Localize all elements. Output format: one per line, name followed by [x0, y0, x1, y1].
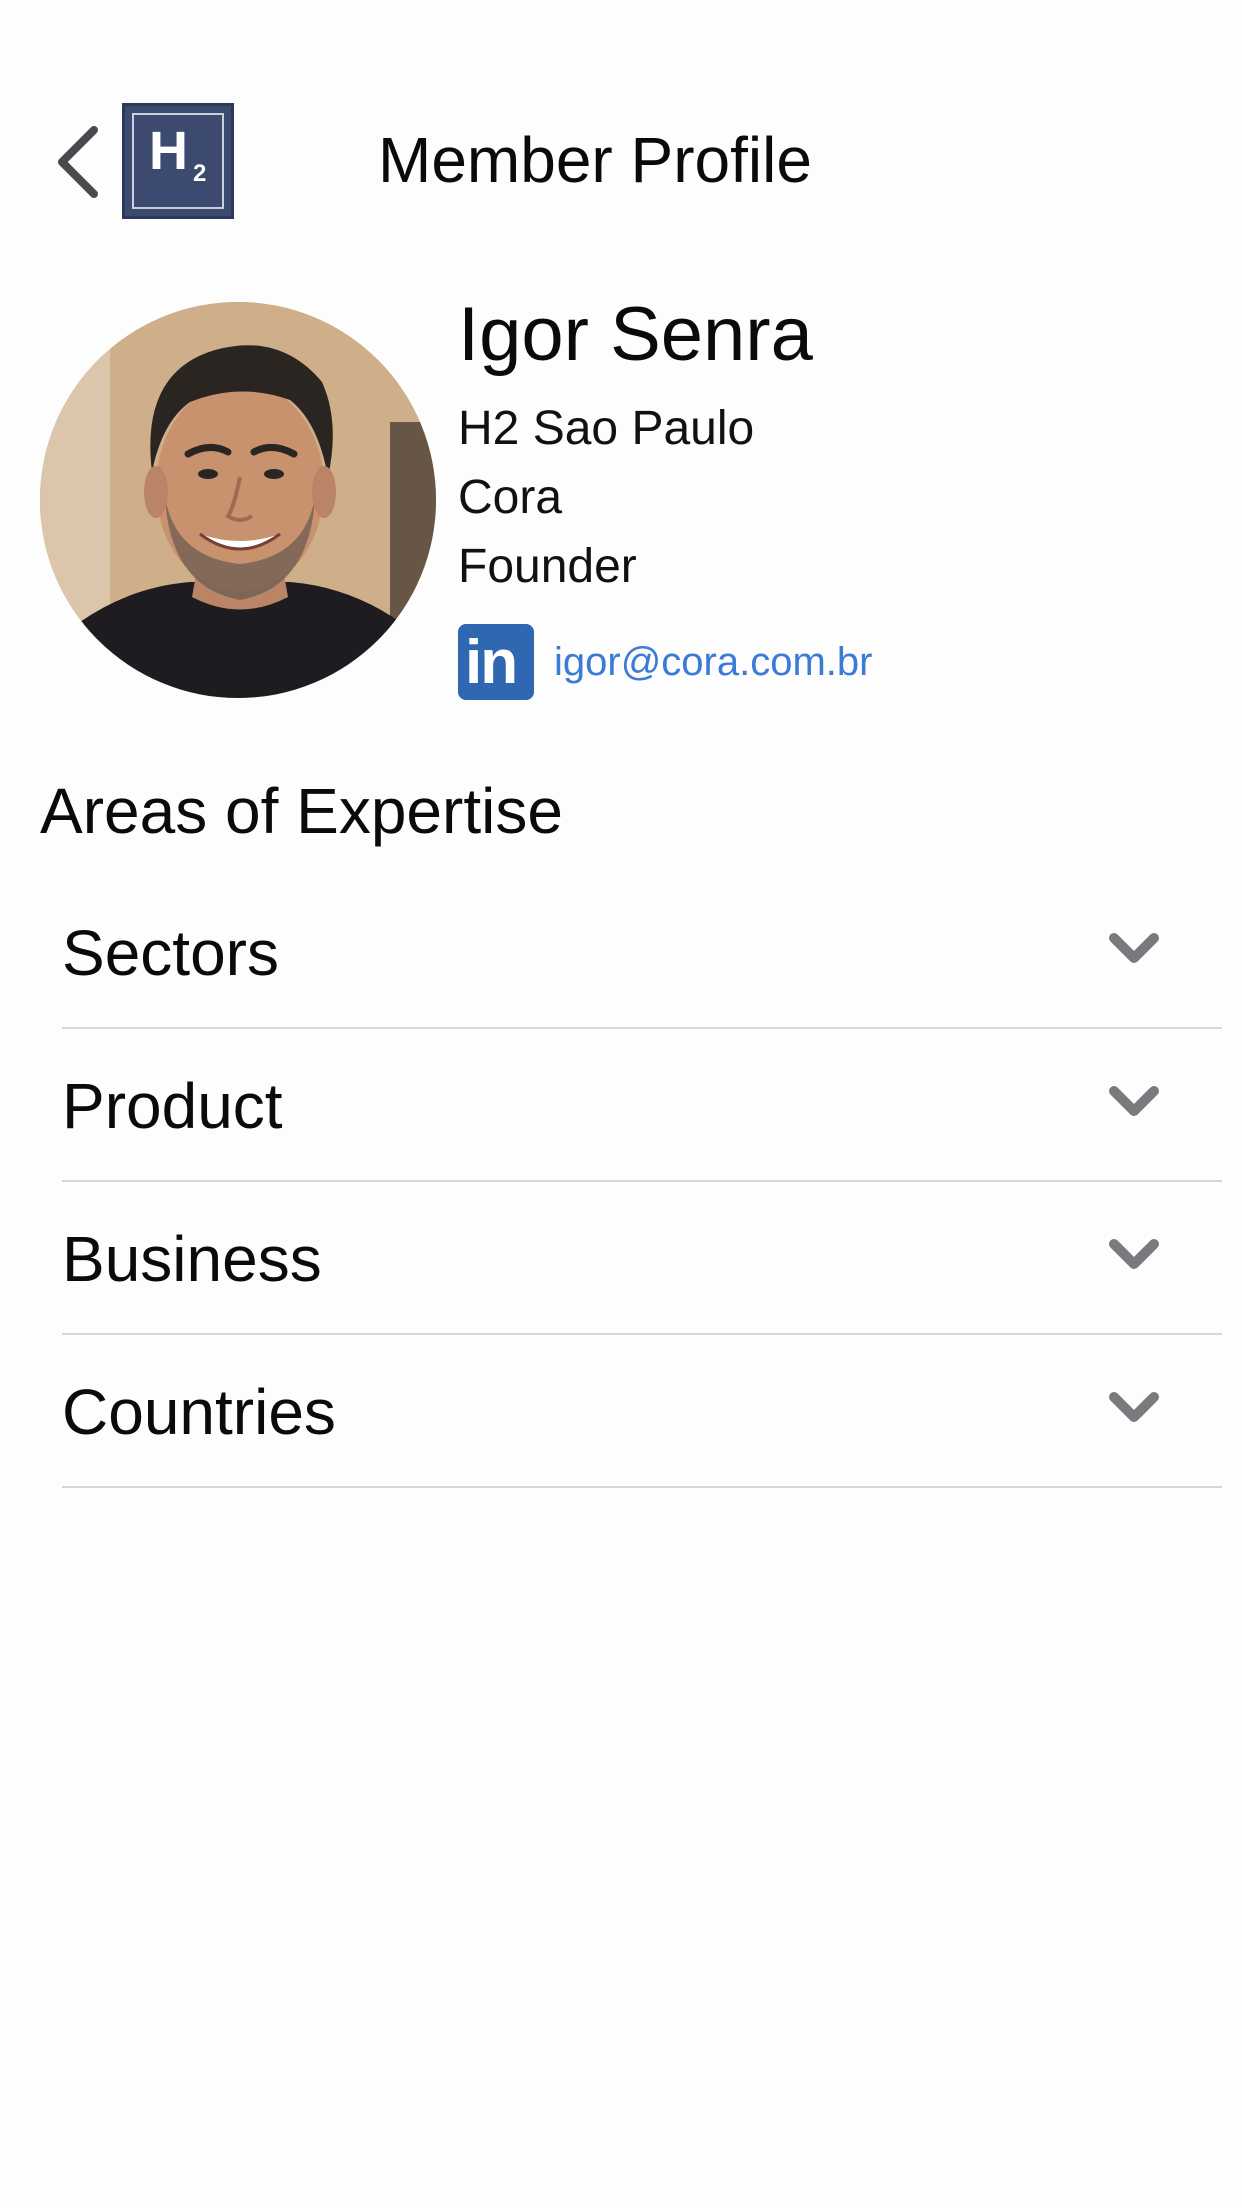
- member-company: Cora: [458, 471, 563, 524]
- chevron-down-icon: [1108, 1236, 1160, 1276]
- accordion-label: Product: [62, 1070, 283, 1142]
- email-link[interactable]: igor@cora.com.br: [554, 638, 872, 686]
- profile-photo: [40, 302, 436, 698]
- divider: [62, 1486, 1222, 1488]
- accordion-item-sectors[interactable]: Sectors: [0, 876, 1242, 1029]
- expertise-accordion: Sectors Product Business Countries: [0, 876, 1242, 1488]
- h2-logo[interactable]: H 2: [122, 103, 234, 219]
- accordion-item-countries[interactable]: Countries: [0, 1335, 1242, 1488]
- accordion-label: Countries: [62, 1376, 336, 1448]
- chevron-left-icon: [58, 126, 98, 198]
- chevron-down-icon: [1108, 930, 1160, 970]
- page-title: Member Profile: [378, 124, 812, 196]
- back-button[interactable]: [50, 122, 110, 202]
- avatar: [40, 302, 436, 698]
- logo-subscript: 2: [193, 160, 207, 187]
- chevron-down-icon: [1108, 1389, 1160, 1429]
- accordion-label: Business: [62, 1223, 322, 1295]
- member-name: Igor Senra: [458, 292, 813, 377]
- member-role: Founder: [458, 540, 637, 593]
- linkedin-button[interactable]: in: [458, 624, 534, 700]
- navigation-header: H 2 Member Profile: [0, 0, 1242, 260]
- logo-letter: H: [149, 121, 188, 181]
- expertise-section-title: Areas of Expertise: [40, 775, 563, 847]
- accordion-label: Sectors: [62, 917, 279, 989]
- linkedin-icon: in: [465, 628, 518, 697]
- chevron-down-icon: [1108, 1083, 1160, 1123]
- accordion-item-product[interactable]: Product: [0, 1029, 1242, 1182]
- member-chapter: H2 Sao Paulo: [458, 402, 755, 455]
- accordion-item-business[interactable]: Business: [0, 1182, 1242, 1335]
